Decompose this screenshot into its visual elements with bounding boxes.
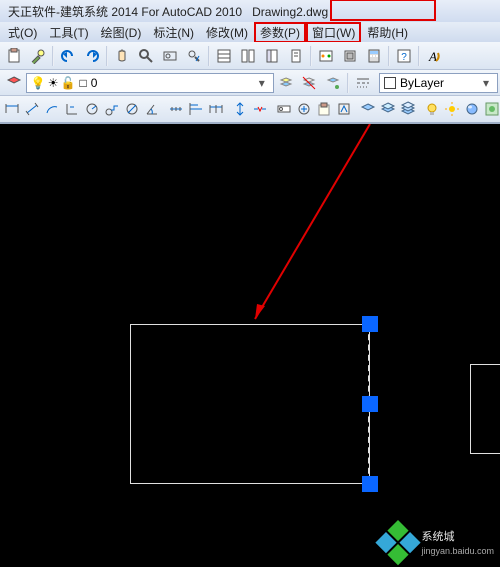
layer-props-icon[interactable]	[275, 72, 297, 94]
drawn-rectangle-partial[interactable]	[470, 364, 500, 454]
menu-dimension[interactable]: 标注(N)	[147, 22, 200, 42]
match-prop-icon[interactable]	[27, 45, 49, 67]
lock-icon: 🔓	[61, 76, 76, 90]
layer-match-icon[interactable]	[322, 72, 344, 94]
watermark: 系统城 jingyan.baidu.com	[381, 527, 494, 561]
undo-icon[interactable]	[57, 45, 79, 67]
markup-icon[interactable]	[315, 45, 337, 67]
zoom-previous-icon[interactable]	[183, 45, 205, 67]
grip-handle[interactable]	[362, 316, 378, 332]
tolerance-icon[interactable]	[275, 98, 293, 120]
layer3-icon[interactable]	[399, 98, 417, 120]
paste-icon[interactable]	[3, 45, 25, 67]
grip-handle[interactable]	[362, 396, 378, 412]
render-env-icon[interactable]	[483, 98, 500, 120]
svg-text:A: A	[428, 49, 437, 64]
drawing-canvas[interactable]: 系统城 jingyan.baidu.com	[0, 124, 500, 567]
light-icon[interactable]	[423, 98, 441, 120]
watermark-logo-icon	[374, 520, 422, 567]
menu-draw[interactable]: 绘图(D)	[95, 22, 148, 42]
dim-space-icon[interactable]	[231, 98, 249, 120]
dim-jogged-icon[interactable]	[103, 98, 121, 120]
material-icon[interactable]	[463, 98, 481, 120]
svg-text:?: ?	[401, 52, 407, 63]
layer-dropdown[interactable]: 💡 ☀ 🔓 □ 0 ▾	[26, 73, 274, 93]
layer2-icon[interactable]	[379, 98, 397, 120]
title-bar: 天正软件-建筑系统 2014 For AutoCAD 2010 Drawing2…	[0, 0, 500, 22]
dim-jog-line-icon[interactable]	[335, 98, 353, 120]
sheet-set-icon[interactable]	[285, 45, 307, 67]
chevron-down-icon: ▾	[255, 76, 269, 90]
menu-tools[interactable]: 工具(T)	[43, 22, 94, 42]
layer-color-swatch: □	[80, 76, 87, 90]
text-style-icon[interactable]: A	[423, 45, 445, 67]
dim-baseline-icon[interactable]	[187, 98, 205, 120]
menu-bar: 式(O) 工具(T) 绘图(D) 标注(N) 修改(M) 参数(P) 窗口(W)…	[0, 22, 500, 42]
layer1-icon[interactable]	[359, 98, 377, 120]
redo-icon[interactable]	[81, 45, 103, 67]
pan-icon[interactable]	[111, 45, 133, 67]
watermark-text: 系统城 jingyan.baidu.com	[421, 530, 494, 558]
layer-state-icon[interactable]	[3, 72, 25, 94]
dim-arc-icon[interactable]	[43, 98, 61, 120]
filename-highlight-box	[330, 0, 436, 21]
dim-ordinate-icon[interactable]	[63, 98, 81, 120]
chevron-down-icon: ▾	[479, 76, 493, 90]
block-icon[interactable]	[339, 45, 361, 67]
linetype-icon[interactable]	[352, 72, 374, 94]
dim-continue-icon[interactable]	[207, 98, 225, 120]
inspect-icon[interactable]	[315, 98, 333, 120]
quick-dim-icon[interactable]	[167, 98, 185, 120]
layer-iso-icon[interactable]	[299, 72, 321, 94]
menu-modify[interactable]: 修改(M)	[200, 22, 254, 42]
zoom-icon[interactable]	[135, 45, 157, 67]
calculator-icon[interactable]	[363, 45, 385, 67]
menu-window[interactable]: 窗口(W)	[306, 22, 361, 42]
dim-aligned-icon[interactable]	[23, 98, 41, 120]
color-value: ByLayer	[400, 76, 444, 90]
help-icon[interactable]: ?	[393, 45, 415, 67]
design-center-icon[interactable]	[237, 45, 259, 67]
grip-handle[interactable]	[362, 476, 378, 492]
app-title: 天正软件-建筑系统 2014 For AutoCAD 2010 Drawing2…	[8, 3, 328, 20]
layer-name: 0	[91, 76, 98, 90]
lightbulb-icon: 💡	[31, 76, 46, 90]
properties-icon[interactable]	[213, 45, 235, 67]
drawn-rectangle[interactable]	[130, 324, 370, 484]
dim-break-icon[interactable]	[251, 98, 269, 120]
center-mark-icon[interactable]	[295, 98, 313, 120]
standard-toolbar: ? A	[0, 42, 500, 70]
layer-bar: 💡 ☀ 🔓 □ 0 ▾ ByLayer ▾	[0, 70, 500, 96]
zoom-window-icon[interactable]	[159, 45, 181, 67]
dim-angular-icon[interactable]	[143, 98, 161, 120]
menu-format[interactable]: 式(O)	[2, 22, 43, 42]
color-swatch	[384, 77, 396, 89]
dim-radius-icon[interactable]	[83, 98, 101, 120]
dimension-toolbar	[0, 96, 500, 124]
menu-help[interactable]: 帮助(H)	[361, 22, 414, 42]
file-name: Drawing2.dwg	[252, 5, 328, 19]
sun-icon: ☀	[48, 76, 59, 90]
menu-params[interactable]: 参数(P)	[254, 22, 306, 42]
dim-diameter-icon[interactable]	[123, 98, 141, 120]
tool-palettes-icon[interactable]	[261, 45, 283, 67]
color-dropdown[interactable]: ByLayer ▾	[379, 73, 498, 93]
dim-linear-icon[interactable]	[3, 98, 21, 120]
sun-icon[interactable]	[443, 98, 461, 120]
